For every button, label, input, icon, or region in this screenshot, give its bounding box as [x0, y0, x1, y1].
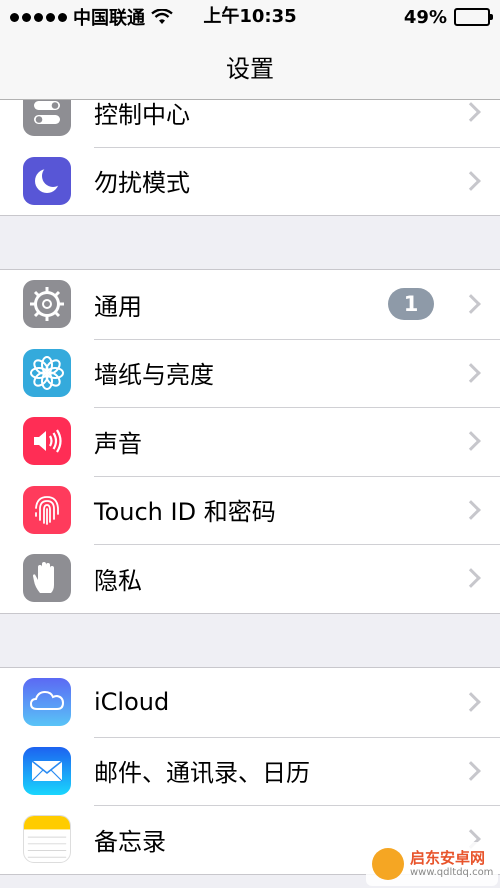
row-sounds[interactable]: 声音: [0, 407, 500, 476]
chevron-right-icon: [461, 294, 481, 315]
cloud-icon: [23, 678, 71, 727]
row-label: 通用: [94, 292, 142, 321]
chevron-right-icon: [461, 170, 481, 191]
flower-icon: [23, 348, 71, 397]
watermark-text: 启东安卓网 www.qdltdq.com: [410, 850, 493, 878]
watermark-url: www.qdltdq.com: [410, 866, 494, 878]
chevron-right-icon: [461, 499, 481, 520]
control-center-icon: [23, 100, 71, 137]
battery-icon: [454, 8, 493, 26]
row-mail-contacts-calendars[interactable]: 邮件、通讯录、日历: [0, 736, 500, 806]
chevron-right-icon: [461, 692, 481, 713]
chevron-right-icon: [461, 102, 481, 123]
site-watermark: 启东安卓网 www.qdltdq.com: [366, 842, 498, 886]
mail-icon: [23, 746, 71, 795]
row-label: Touch ID 和密码: [94, 498, 276, 527]
status-bar-right: 49%: [403, 0, 493, 34]
row-label: 隐私: [94, 566, 142, 595]
navigation-bar: 设置: [0, 34, 500, 100]
chevron-right-icon: [461, 760, 481, 781]
settings-group-2: 通用 1 墙纸与亮度 声音 Touch ID 和密码 隐私: [0, 269, 500, 614]
moon-icon: [23, 156, 71, 205]
settings-group-1: 控制中心 勿扰模式: [0, 100, 500, 216]
chevron-right-icon: [461, 431, 481, 452]
row-label: 控制中心: [94, 100, 190, 129]
row-label: 邮件、通讯录、日历: [94, 759, 310, 788]
hand-icon: [23, 554, 71, 603]
row-general[interactable]: 通用 1: [0, 270, 500, 339]
notes-icon: [23, 815, 71, 864]
status-bar: 中国联通 上午10:35 49%: [0, 0, 500, 34]
fingerprint-icon: [23, 485, 71, 534]
battery-percent: 49%: [403, 6, 447, 28]
chevron-right-icon: [461, 362, 481, 383]
speaker-icon: [23, 417, 71, 466]
row-label: 备忘录: [94, 827, 166, 856]
row-label: 勿扰模式: [94, 169, 190, 198]
row-privacy[interactable]: 隐私: [0, 544, 500, 613]
gear-icon: [23, 280, 71, 329]
row-wallpaper-brightness[interactable]: 墙纸与亮度: [0, 338, 500, 408]
watermark-logo: [372, 848, 404, 880]
row-label: 声音: [94, 429, 142, 458]
row-icloud[interactable]: iCloud: [0, 668, 500, 737]
row-label: 墙纸与亮度: [94, 361, 214, 390]
row-control-center[interactable]: 控制中心: [0, 100, 500, 147]
row-do-not-disturb[interactable]: 勿扰模式: [0, 146, 500, 216]
chevron-right-icon: [461, 568, 481, 589]
row-label: iCloud: [94, 688, 170, 717]
page-title: 设置: [226, 55, 274, 83]
watermark-title: 启东安卓网: [410, 849, 486, 868]
row-touch-id-passcode[interactable]: Touch ID 和密码: [0, 475, 500, 545]
settings-list[interactable]: 控制中心 勿扰模式 通用 1 墙纸与亮度 声音 Touch ID 和密码 隐私 …: [0, 100, 500, 888]
update-badge: 1: [388, 288, 434, 321]
